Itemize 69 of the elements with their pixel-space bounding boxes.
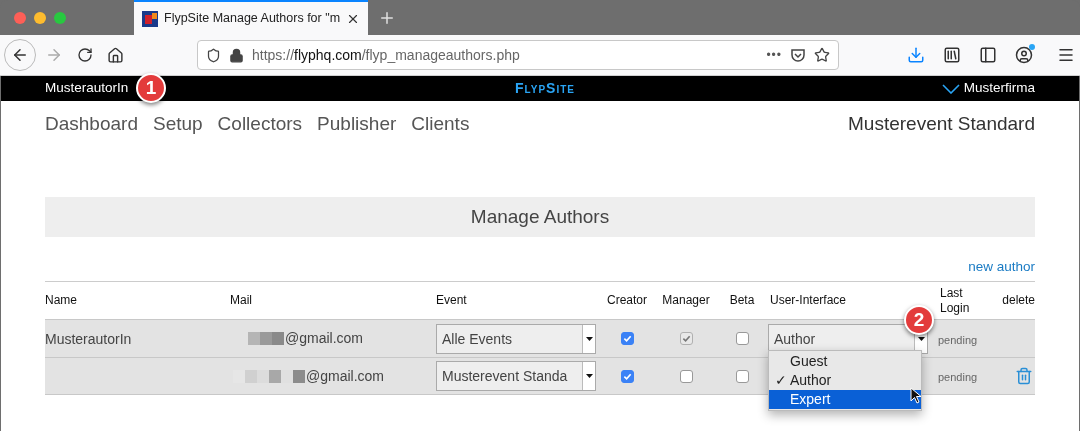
- dropdown-option[interactable]: ✓ Author: [769, 371, 921, 390]
- home-icon[interactable]: [107, 46, 124, 64]
- select-value: Musterevent Standa: [441, 367, 569, 387]
- reload-icon[interactable]: [77, 47, 93, 63]
- check-mark-icon: ✓: [775, 372, 787, 388]
- tab-title: FlypSite Manage Authors for "m: [164, 10, 341, 28]
- sidebar-icon[interactable]: [979, 46, 997, 64]
- tick-icon: [622, 371, 632, 381]
- menu-icon[interactable]: [1057, 46, 1075, 64]
- shield-icon: [206, 47, 221, 63]
- checkbox[interactable]: [735, 369, 749, 383]
- nav-link[interactable]: Dashboard: [45, 109, 138, 139]
- column-header: Name: [45, 293, 78, 309]
- checkbox[interactable]: [679, 369, 693, 383]
- dropdown-option[interactable]: Guest: [769, 352, 921, 371]
- download-icon[interactable]: [907, 46, 925, 64]
- checkbox[interactable]: [620, 332, 634, 346]
- page-actions-button[interactable]: •••: [766, 46, 782, 64]
- select-value: Author: [773, 329, 817, 349]
- event-name: Musterevent Standard: [848, 111, 1035, 136]
- library-icon[interactable]: [943, 46, 961, 64]
- user-name[interactable]: MusterautorIn: [45, 78, 129, 99]
- column-header: Last Login: [939, 285, 971, 316]
- site-favicon-icon: [142, 10, 158, 27]
- nav-link[interactable]: Collectors: [217, 109, 303, 139]
- account-icon[interactable]: [1015, 46, 1033, 64]
- blurred-text-icon: [248, 332, 284, 346]
- page-title: Manage Authors: [470, 204, 610, 229]
- column-header: Mail: [230, 293, 253, 309]
- column-header: Beta: [728, 293, 756, 309]
- mail-text: @gmail.com: [285, 329, 363, 349]
- checkbox[interactable]: [735, 332, 749, 346]
- delete-icon[interactable]: [1015, 367, 1033, 386]
- site-logo: FlypSite: [515, 79, 575, 98]
- column-header: User-Interface: [770, 293, 848, 309]
- tick-icon: [622, 334, 632, 344]
- dropdown-option[interactable]: Expert: [769, 390, 921, 409]
- company-switcher[interactable]: Musterfirma: [941, 78, 1035, 99]
- address-bar[interactable]: https://flyphq.com/flyp_manageauthors.php •••: [197, 40, 839, 70]
- nav-link[interactable]: Clients: [411, 109, 470, 139]
- column-header: Event: [436, 293, 468, 309]
- url-text: https://flyphq.com/flyp_manageauthors.php: [252, 45, 521, 65]
- pocket-icon[interactable]: [790, 47, 806, 63]
- forward-icon[interactable]: [45, 46, 63, 64]
- column-header: Manager: [661, 293, 711, 309]
- new-author-link[interactable]: new author: [968, 257, 1035, 278]
- mouse-cursor-icon: [910, 387, 922, 404]
- mail-text: @gmail.com: [306, 366, 384, 386]
- checkbox[interactable]: [620, 369, 634, 383]
- nav-link[interactable]: Publisher: [317, 109, 397, 139]
- callout-badge: 2: [904, 305, 934, 335]
- select-value: Alle Events: [441, 329, 514, 349]
- minimize-window-icon[interactable]: [34, 11, 46, 24]
- browser-tab[interactable]: FlypSite Manage Authors for "m: [134, 0, 369, 35]
- select-field[interactable]: Alle Events: [436, 323, 596, 354]
- last-login-text: pending: [938, 371, 978, 384]
- lock-icon: [229, 47, 244, 63]
- select-field[interactable]: Musterevent Standa: [436, 361, 596, 392]
- chevron-down-icon: [941, 83, 960, 94]
- caret-icon: [582, 362, 595, 391]
- tick-icon: [681, 334, 691, 344]
- column-header: delete: [1001, 293, 1035, 309]
- caret-icon: [582, 324, 595, 353]
- column-header: Creator: [606, 293, 648, 309]
- maximize-window-icon[interactable]: [54, 11, 66, 24]
- author-name: MusterautorIn: [45, 330, 132, 347]
- nav-link[interactable]: Setup: [152, 109, 203, 139]
- bookmark-star-icon[interactable]: [814, 47, 830, 63]
- last-login-text: pending: [938, 333, 978, 346]
